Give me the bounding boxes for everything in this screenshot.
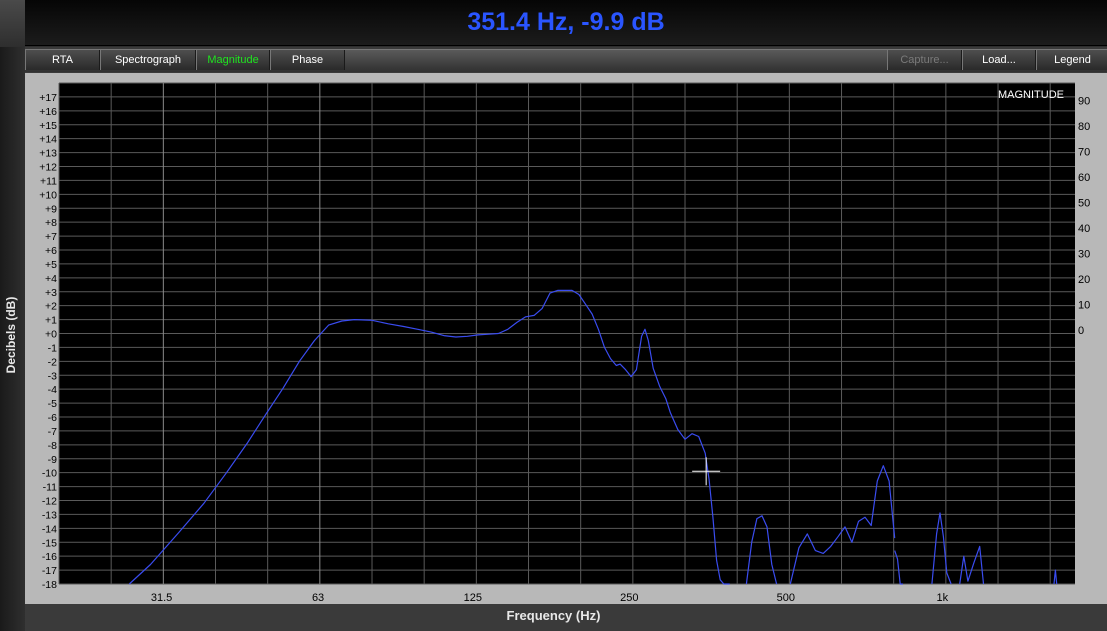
x-axis-title: Frequency (Hz) [506,608,601,623]
y-tick-label: +0 [45,329,57,341]
y-tick-label: -5 [48,398,57,410]
plot-label: MAGNITUDE [998,89,1064,101]
y-tick-label: +17 [39,92,57,104]
y-tick-label: +16 [39,106,57,118]
y-right-tick-label: 70 [1078,147,1090,159]
y-right-tick-label: 20 [1078,274,1090,286]
y-tick-label: +10 [39,189,57,201]
y-tick-label: -2 [48,356,57,368]
y-tick-label: -1 [48,342,57,354]
y-tick-label: +3 [45,287,57,299]
y-tick-label: -9 [48,454,57,466]
y-tick-label: -17 [42,565,57,577]
y-right-tick-label: 80 [1078,121,1090,133]
x-axis-labels: 31.5 63 125 250 500 1k [151,592,949,604]
x-tick-label: 500 [777,592,795,604]
y-tick-label: +2 [45,301,57,313]
y-tick-label: +7 [45,231,57,243]
magnitude-chart[interactable]: -18-17-16-15-14-13-12-11-10-9-8-7-6-5-4-… [0,0,1107,631]
y-tick-label: -8 [48,440,57,452]
x-tick-label: 125 [464,592,482,604]
y-tick-label: -16 [42,551,57,563]
y-tick-label: +12 [39,162,57,174]
y-tick-label: +11 [40,175,57,187]
y-right-tick-label: 0 [1078,325,1084,337]
y-right-tick-label: 40 [1078,223,1090,235]
y-tick-label: +14 [39,134,57,146]
y-tick-label: +13 [39,148,57,160]
y-axis-left-labels: -18 -17 -16 -15 -14 -13-12 -11 -10 -9 -8 -7 -6 -5 -4 -… [39,92,57,591]
y-tick-label: -7 [48,426,57,438]
y-tick-label: +1 [45,315,57,327]
y-tick-label: -15 [42,537,57,549]
y-tick-label: +5 [45,259,57,271]
x-tick-label: 63 [312,592,324,604]
x-tick-label: 250 [620,592,638,604]
y-tick-label: -13 [42,509,57,521]
y-tick-label: +4 [45,273,57,285]
y-tick-label: +9 [45,203,57,215]
y-tick-label: -18 [42,579,57,591]
x-tick-label: 1k [936,592,948,604]
y-tick-label: +6 [45,245,57,257]
y-axis-right-labels: 0 10 20 30 40 50 60 70 80 90 [1078,96,1090,338]
y-tick-label: -6 [48,412,57,424]
y-right-tick-label: 60 [1078,172,1090,184]
y-axis-title: Decibels (dB) [4,296,18,374]
y-tick-label: -4 [48,384,57,396]
y-tick-label: -10 [42,468,57,480]
y-tick-label: -12 [42,496,57,508]
y-tick-label: -3 [48,370,57,382]
y-right-tick-label: 90 [1078,96,1090,108]
y-tick-label: -14 [42,523,57,535]
x-tick-label: 31.5 [151,592,172,604]
y-tick-label: +15 [39,120,57,132]
y-tick-label: -11 [43,482,58,494]
y-tick-label: +8 [45,217,57,229]
y-right-tick-label: 30 [1078,249,1090,261]
y-right-tick-label: 50 [1078,198,1090,210]
y-right-tick-label: 10 [1078,300,1090,312]
